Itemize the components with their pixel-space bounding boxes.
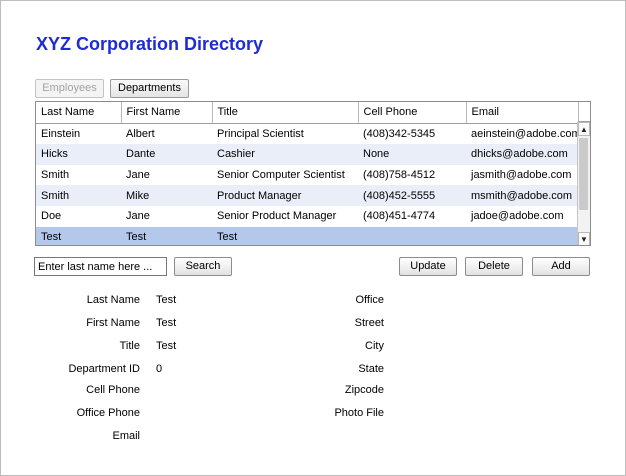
table-row-selected[interactable]: Test Test Test [36,226,579,245]
cell-last-name: Smith [36,164,121,186]
cell-first-name: Jane [121,205,212,227]
scroll-down-arrow-icon[interactable]: ▼ [578,232,590,245]
tab-departments[interactable]: Departments [110,79,189,98]
value-title: Test [156,340,177,352]
label-office: Office [355,294,384,306]
table-row[interactable]: Hicks Dante Cashier None dhicks@adobe.co… [36,144,579,165]
table-row[interactable]: Smith Jane Senior Computer Scientist (40… [36,164,579,186]
cell-email: jasmith@adobe.com [466,164,579,186]
table-row[interactable]: Doe Jane Senior Product Manager (408)451… [36,205,579,227]
scroll-up-arrow-icon[interactable]: ▲ [578,122,590,136]
search-button[interactable]: Search [174,257,232,276]
cell-cell-phone: (408)451-4774 [358,205,466,227]
cell-email: jadoe@adobe.com [466,205,579,227]
label-email: Email [112,430,140,442]
employee-grid: Last Name First Name Title Cell Phone Em… [35,101,591,246]
value-department-id: 0 [156,363,163,375]
label-state: State [358,363,384,375]
cell-email [466,226,579,245]
cell-first-name: Albert [121,123,212,145]
cell-title: Test [212,226,358,245]
column-header-title[interactable]: Title [212,102,359,124]
label-photo-file: Photo File [334,407,384,419]
column-header-cell-phone[interactable]: Cell Phone [358,102,467,124]
tab-employees[interactable]: Employees [35,79,104,98]
cell-title: Principal Scientist [212,123,358,145]
column-header-email[interactable]: Email [466,102,580,124]
add-button[interactable]: Add [532,257,590,276]
delete-button[interactable]: Delete [465,257,523,276]
label-title: Title [119,340,140,352]
label-cell-phone: Cell Phone [86,384,140,396]
cell-cell-phone: None [358,144,466,165]
cell-cell-phone: (408)758-4512 [358,164,466,186]
employee-table: Last Name First Name Title Cell Phone Em… [36,102,580,245]
cell-first-name: Dante [121,144,212,165]
cell-title: Product Manager [212,185,358,206]
search-input[interactable] [34,257,167,276]
cell-cell-phone [358,226,466,245]
cell-email: dhicks@adobe.com [466,144,579,165]
cell-last-name: Smith [36,185,121,206]
label-office-phone: Office Phone [76,407,140,419]
table-row[interactable]: Einstein Albert Principal Scientist (408… [36,123,579,145]
value-last-name: Test [156,294,177,306]
cell-first-name: Jane [121,164,212,186]
label-department-id: Department ID [68,363,140,375]
column-header-last-name[interactable]: Last Name [36,102,122,124]
cell-title: Senior Computer Scientist [212,164,358,186]
scrollbar-thumb[interactable] [579,138,588,210]
cell-last-name: Test [36,226,121,245]
update-button[interactable]: Update [399,257,457,276]
table-row[interactable]: Smith Mike Product Manager (408)452-5555… [36,185,579,206]
label-zipcode: Zipcode [344,384,384,396]
vertical-scrollbar[interactable]: ▲ ▼ [577,122,590,245]
label-street: Street [354,317,384,329]
label-city: City [365,340,384,352]
cell-last-name: Einstein [36,123,121,145]
header-corner [578,102,590,122]
cell-email: msmith@adobe.com [466,185,579,206]
cell-cell-phone: (408)452-5555 [358,185,466,206]
cell-last-name: Doe [36,205,121,227]
cell-cell-phone: (408)342-5345 [358,123,466,145]
label-first-name: First Name [86,317,140,329]
app-window: XYZ Corporation Directory Employees Depa… [0,0,626,476]
cell-title: Cashier [212,144,358,165]
cell-last-name: Hicks [36,144,121,165]
cell-title: Senior Product Manager [212,205,358,227]
cell-first-name: Test [121,226,212,245]
label-last-name: Last Name [86,294,140,306]
column-header-first-name[interactable]: First Name [121,102,213,124]
page-title: XYZ Corporation Directory [36,34,264,54]
cell-email: aeinstein@adobe.com [466,123,579,145]
table-header-row: Last Name First Name Title Cell Phone Em… [36,102,580,124]
value-first-name: Test [156,317,177,329]
cell-first-name: Mike [121,185,212,206]
